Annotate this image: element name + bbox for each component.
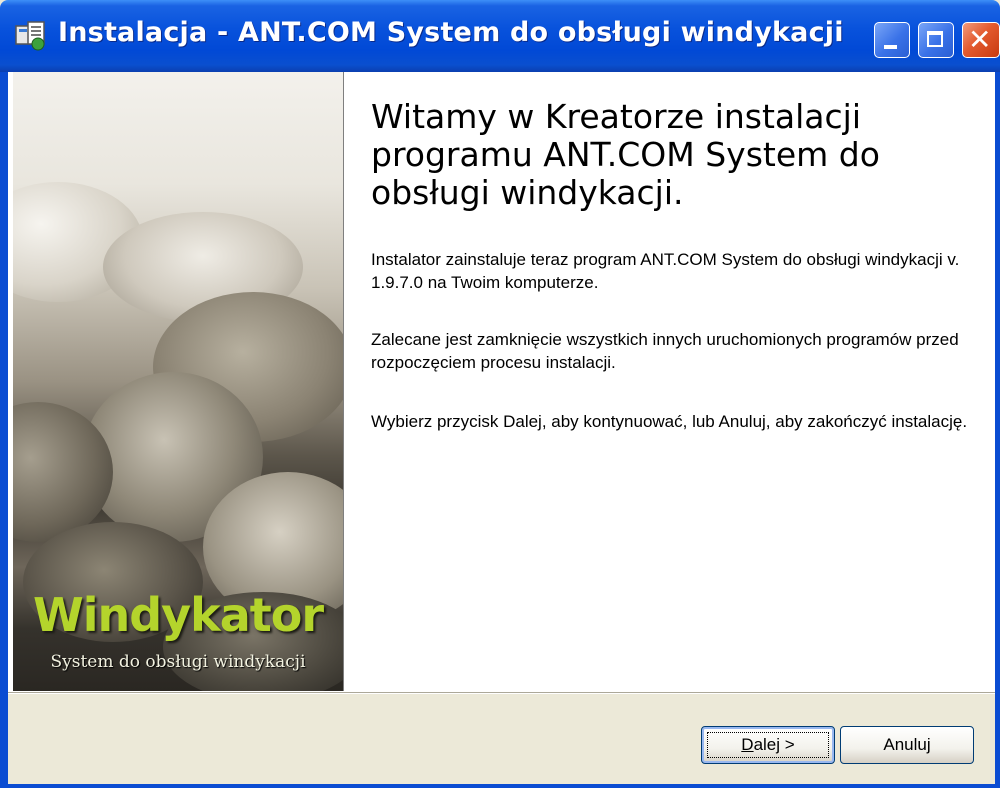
banner-title: Windykator: [32, 588, 324, 642]
welcome-paragraph-1: Instalator zainstaluje teraz program ANT…: [371, 250, 960, 292]
window-frame-left: [0, 72, 8, 788]
wizard-content: Windykator System do obsługi windykacji …: [8, 72, 995, 692]
title-bar[interactable]: Instalacja - ANT.COM System do obsługi w…: [0, 0, 1000, 72]
cancel-button-label: Anuluj: [883, 735, 931, 754]
next-button[interactable]: Dalej >: [701, 726, 835, 764]
maximize-button[interactable]: [918, 22, 954, 58]
welcome-paragraph-3: Wybierz przycisk Dalej, aby kontynuować,…: [371, 412, 968, 431]
window-frame-right: [995, 72, 1000, 788]
footer-separator: [8, 692, 995, 694]
next-button-accelerator: D: [741, 735, 754, 754]
window-frame-bottom: [0, 784, 1000, 788]
next-button-label: Dalej >: [741, 735, 794, 754]
welcome-paragraph-2: Zalecane jest zamknięcie wszystkich inny…: [371, 330, 959, 372]
close-button[interactable]: ✕: [962, 22, 1000, 58]
cancel-button[interactable]: Anuluj: [840, 726, 974, 764]
minimize-button[interactable]: [874, 22, 910, 58]
wizard-banner-image: Windykator System do obsługi windykacji: [13, 72, 344, 691]
minimize-icon: [884, 45, 897, 49]
close-icon: ✕: [968, 23, 992, 56]
installer-window: Instalacja - ANT.COM System do obsługi w…: [0, 0, 1000, 788]
next-button-label-rest: alej >: [753, 735, 795, 754]
installer-icon: [15, 21, 45, 51]
banner-subtitle: System do obsługi windykacji: [50, 652, 306, 672]
window-title: Instalacja - ANT.COM System do obsługi w…: [58, 17, 844, 48]
welcome-heading: Witamy w Kreatorze instalacji programu A…: [371, 97, 880, 212]
maximize-icon: [927, 31, 943, 47]
